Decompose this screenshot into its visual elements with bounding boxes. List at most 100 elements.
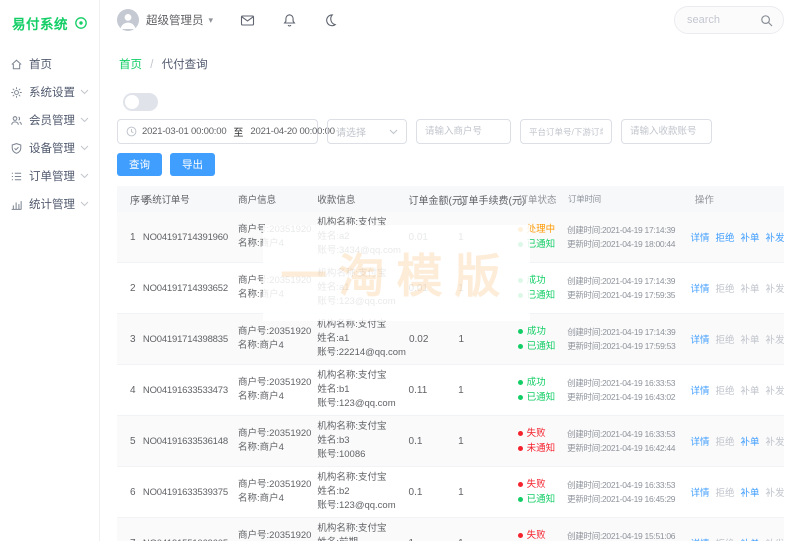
merchant-no-input[interactable]: [416, 119, 511, 144]
moon-icon[interactable]: [324, 13, 339, 28]
payee-info-line: 账号:10086: [317, 448, 405, 462]
avatar[interactable]: [117, 9, 139, 31]
sidebar-item-label: 会员管理: [29, 112, 75, 128]
payee-info-line: 姓名:前期: [317, 536, 405, 541]
order-time-line: 创建时间:2021-04-19 17:14:39: [567, 325, 691, 339]
merchant-info: 商户号:20351920名称:商户4: [238, 263, 317, 313]
row-index: 6: [117, 467, 143, 517]
breadcrumb-current: 代付查询: [162, 59, 208, 71]
table-toggle[interactable]: [123, 93, 158, 111]
status-dot: [518, 446, 523, 451]
status-badge: 未通知: [518, 441, 565, 456]
action-detail[interactable]: 详情: [690, 434, 709, 448]
column-header: 操作: [695, 188, 784, 210]
order-no-input[interactable]: [520, 119, 612, 144]
action-reject[interactable]: 拒绝: [715, 230, 734, 244]
status-label: 成功: [527, 273, 546, 288]
order-amount: 0.1: [409, 467, 459, 517]
sidebar-item-home[interactable]: 首页: [0, 50, 99, 78]
status-label: 已通知: [527, 237, 556, 252]
order-status: 成功已通知: [518, 263, 568, 313]
payee-info: 机构名称:支付宝姓名:a1账号:22214@qq.com: [317, 314, 409, 364]
action-detail[interactable]: 详情: [690, 536, 709, 541]
sidebar-item-label: 统计管理: [29, 196, 75, 212]
merchant-info-line: 商户号:20351920: [238, 529, 314, 541]
order-fee: 1: [458, 518, 517, 541]
status-dot: [518, 395, 523, 400]
status-badge: 处理中: [518, 222, 565, 237]
status-dot: [518, 293, 523, 298]
action-detail[interactable]: 详情: [690, 281, 709, 295]
user-name[interactable]: 超级管理员: [146, 12, 204, 28]
payee-info-line: 姓名:a1: [317, 281, 405, 295]
order-fee: 1: [458, 365, 517, 415]
payee-info: 机构名称:支付宝姓名:b2账号:123@qq.com: [317, 467, 408, 517]
order-fee: 1: [458, 263, 517, 313]
caret-down-icon[interactable]: ▾: [209, 15, 214, 26]
column-header: 收款信息: [317, 188, 408, 210]
merchant-info: 商户号:20351920名称:商户4: [238, 212, 317, 262]
action-resend: 补发: [766, 332, 785, 346]
order-time-line: 创建时间:2021-04-19 17:14:39: [567, 223, 691, 237]
action-reject: 拒绝: [715, 536, 734, 541]
merchant-info-line: 商户号:20351920: [238, 427, 314, 441]
action-resend[interactable]: 补发: [766, 230, 785, 244]
action-detail[interactable]: 详情: [690, 332, 709, 346]
action-supplement[interactable]: 补单: [741, 230, 760, 244]
query-button[interactable]: 查询: [117, 153, 162, 176]
order-number: NO04191714398835: [143, 314, 238, 364]
sidebar-item-shield[interactable]: 设备管理: [0, 134, 99, 162]
breadcrumb-home[interactable]: 首页: [119, 59, 142, 71]
users-icon: [10, 114, 23, 127]
action-supplement[interactable]: 补单: [741, 434, 760, 448]
bell-icon[interactable]: [282, 13, 297, 28]
sidebar-item-chart[interactable]: 统计管理: [0, 190, 99, 218]
order-time: 创建时间:2021-04-19 16:33:53更新时间:2021-04-19 …: [567, 467, 694, 517]
payee-info-line: 账号:22214@qq.com: [317, 346, 406, 360]
action-supplement: 补单: [741, 332, 760, 346]
action-detail[interactable]: 详情: [690, 230, 709, 244]
date-range-picker[interactable]: 2021-03-01 00:00:00 至 2021-04-20 00:00:0…: [117, 119, 318, 144]
payee-account-input[interactable]: [621, 119, 712, 144]
table-body: 1NO04191714391960商户号:20351920名称:商户4机构名称:…: [117, 212, 784, 541]
payee-info-line: 机构名称:支付宝: [317, 216, 405, 230]
row-actions: 详情拒绝补单补发: [694, 314, 784, 364]
search-input[interactable]: [685, 13, 757, 27]
action-supplement[interactable]: 补单: [741, 536, 760, 541]
chevron-down-icon: [80, 201, 89, 207]
column-header: 订单手续费(元): [459, 188, 519, 211]
app-logo: 易付系统: [12, 13, 68, 33]
search-icon[interactable]: [760, 14, 773, 27]
row-actions: 详情拒绝补单补发: [694, 263, 784, 313]
status-select[interactable]: 请选择: [327, 119, 407, 144]
status-badge: 已通知: [518, 390, 565, 405]
export-button[interactable]: 导出: [170, 153, 215, 176]
order-time: 创建时间:2021-04-19 16:33:53更新时间:2021-04-19 …: [567, 365, 694, 415]
mail-icon[interactable]: [240, 13, 255, 28]
sidebar-item-label: 设备管理: [29, 140, 75, 156]
status-badge: 已通知: [518, 492, 565, 507]
action-supplement[interactable]: 补单: [741, 485, 760, 499]
action-reject: 拒绝: [715, 485, 734, 499]
order-time-line: 更新时间:2021-04-19 17:59:53: [567, 339, 691, 353]
status-badge: 失败: [518, 528, 565, 541]
status-label: 已通知: [527, 492, 556, 507]
payee-info-line: 账号:3434@qq.com: [317, 244, 405, 258]
sidebar-item-list[interactable]: 订单管理: [0, 162, 99, 190]
shield-icon: [10, 142, 23, 155]
collapse-sidebar-icon[interactable]: [74, 16, 88, 30]
status-dot: [518, 482, 523, 487]
merchant-info-line: 名称:商户4: [238, 441, 314, 455]
merchant-info: 商户号:20351920名称:商户4: [238, 416, 317, 466]
order-time-line: 更新时间:2021-04-19 16:43:02: [567, 390, 691, 404]
chevron-down-icon: [80, 173, 89, 179]
sidebar-item-gear[interactable]: 系统设置: [0, 78, 99, 106]
action-resend: 补发: [766, 434, 785, 448]
action-detail[interactable]: 详情: [690, 485, 709, 499]
sidebar-item-users[interactable]: 会员管理: [0, 106, 99, 134]
action-detail[interactable]: 详情: [690, 383, 709, 397]
date-start: 2021-03-01 00:00:00: [142, 126, 226, 137]
order-fee: 1: [458, 467, 517, 517]
merchant-info-line: 商户号:20351920: [238, 274, 314, 288]
row-index: 5: [117, 416, 143, 466]
